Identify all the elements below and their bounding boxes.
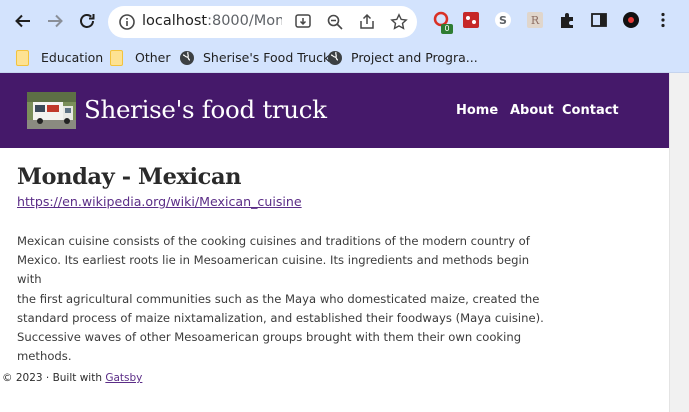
bookmark-label: Project and Progra... <box>351 50 478 65</box>
extension-badge: 0 <box>441 24 453 34</box>
bookmarks-bar: Education Other Sherise's Food Truck Pro… <box>0 42 689 73</box>
bookmark-star-icon[interactable] <box>390 13 408 31</box>
profile-avatar-icon[interactable] <box>622 11 640 29</box>
page-viewport: Sherise's food truck Home About Contact … <box>0 73 669 412</box>
paragraph-line: the first agricultural communities such … <box>17 291 540 306</box>
bookmark-sherises-food-truck[interactable]: Sherise's Food Truck <box>179 42 330 73</box>
site-header: Sherise's food truck Home About Contact <box>0 73 669 148</box>
extension-r-icon[interactable]: R <box>526 11 544 29</box>
nav-home-link[interactable]: Home <box>456 103 498 118</box>
back-arrow-icon <box>15 14 30 28</box>
page-heading: Monday - Mexican <box>17 164 242 190</box>
wikipedia-link[interactable]: https://en.wikipedia.org/wiki/Mexican_cu… <box>17 194 302 209</box>
site-info-icon[interactable] <box>118 13 136 31</box>
svg-text:R: R <box>531 14 540 27</box>
gatsby-link[interactable]: Gatsby <box>105 372 142 384</box>
site-title[interactable]: Sherise's food truck <box>84 95 327 124</box>
side-panel-icon[interactable] <box>590 11 608 29</box>
paragraph-line: Successive waves of other Mesoamerican g… <box>17 330 522 345</box>
install-app-icon[interactable] <box>294 13 312 31</box>
bookmark-label: Other <box>135 50 171 65</box>
globe-icon <box>328 50 342 65</box>
food-truck-image <box>27 92 76 129</box>
svg-text:S: S <box>499 14 507 27</box>
back-button[interactable] <box>10 8 36 34</box>
extension-game-icon[interactable] <box>462 11 480 29</box>
food-truck-logo[interactable] <box>27 92 76 129</box>
footer-text: © 2023 · Built with <box>2 372 102 384</box>
nav-about-link[interactable]: About <box>510 103 554 118</box>
browser-menu-icon[interactable] <box>654 11 672 29</box>
site-footer: © 2023 · Built with Gatsby <box>2 372 142 384</box>
url-host: localhost <box>142 13 208 29</box>
nav-contact-link[interactable]: Contact <box>562 103 619 118</box>
reload-icon <box>80 14 95 28</box>
bookmark-label: Education <box>41 50 104 65</box>
zoom-icon[interactable] <box>326 13 344 31</box>
url-path: :8000/Mon... <box>207 13 282 29</box>
share-icon[interactable] <box>358 13 376 31</box>
forward-arrow-icon <box>48 14 63 28</box>
extensions-puzzle-icon[interactable] <box>558 11 576 29</box>
bookmark-other[interactable]: Other <box>110 42 171 73</box>
paragraph-line: Mexican cuisine consists of the cooking … <box>17 234 530 248</box>
paragraph-line: standard process of maize nixtamalizatio… <box>17 310 544 325</box>
browser-toolbar: localhost:8000/Mon... 0 S R <box>0 0 689 42</box>
globe-icon <box>180 50 194 65</box>
forward-button[interactable] <box>42 8 68 34</box>
paragraph-line: Mexico. Its earliest roots lie in Mesoam… <box>17 253 530 287</box>
bookmark-label: Sherise's Food Truck <box>203 50 331 65</box>
url-text[interactable]: localhost:8000/Mon... <box>142 13 282 29</box>
paragraph-line: methods. <box>17 349 72 364</box>
scrollbar-track[interactable] <box>669 73 689 412</box>
address-bar[interactable]: localhost:8000/Mon... <box>108 6 417 38</box>
reload-button[interactable] <box>74 8 100 34</box>
folder-icon <box>110 49 123 66</box>
bookmark-education[interactable]: Education <box>16 42 103 73</box>
article-paragraph: Mexican cuisine consists of the cooking … <box>17 232 547 366</box>
extension-s-icon[interactable]: S <box>494 11 512 29</box>
folder-icon <box>16 49 29 66</box>
bookmark-project-and-programs[interactable]: Project and Progra... <box>327 42 478 73</box>
